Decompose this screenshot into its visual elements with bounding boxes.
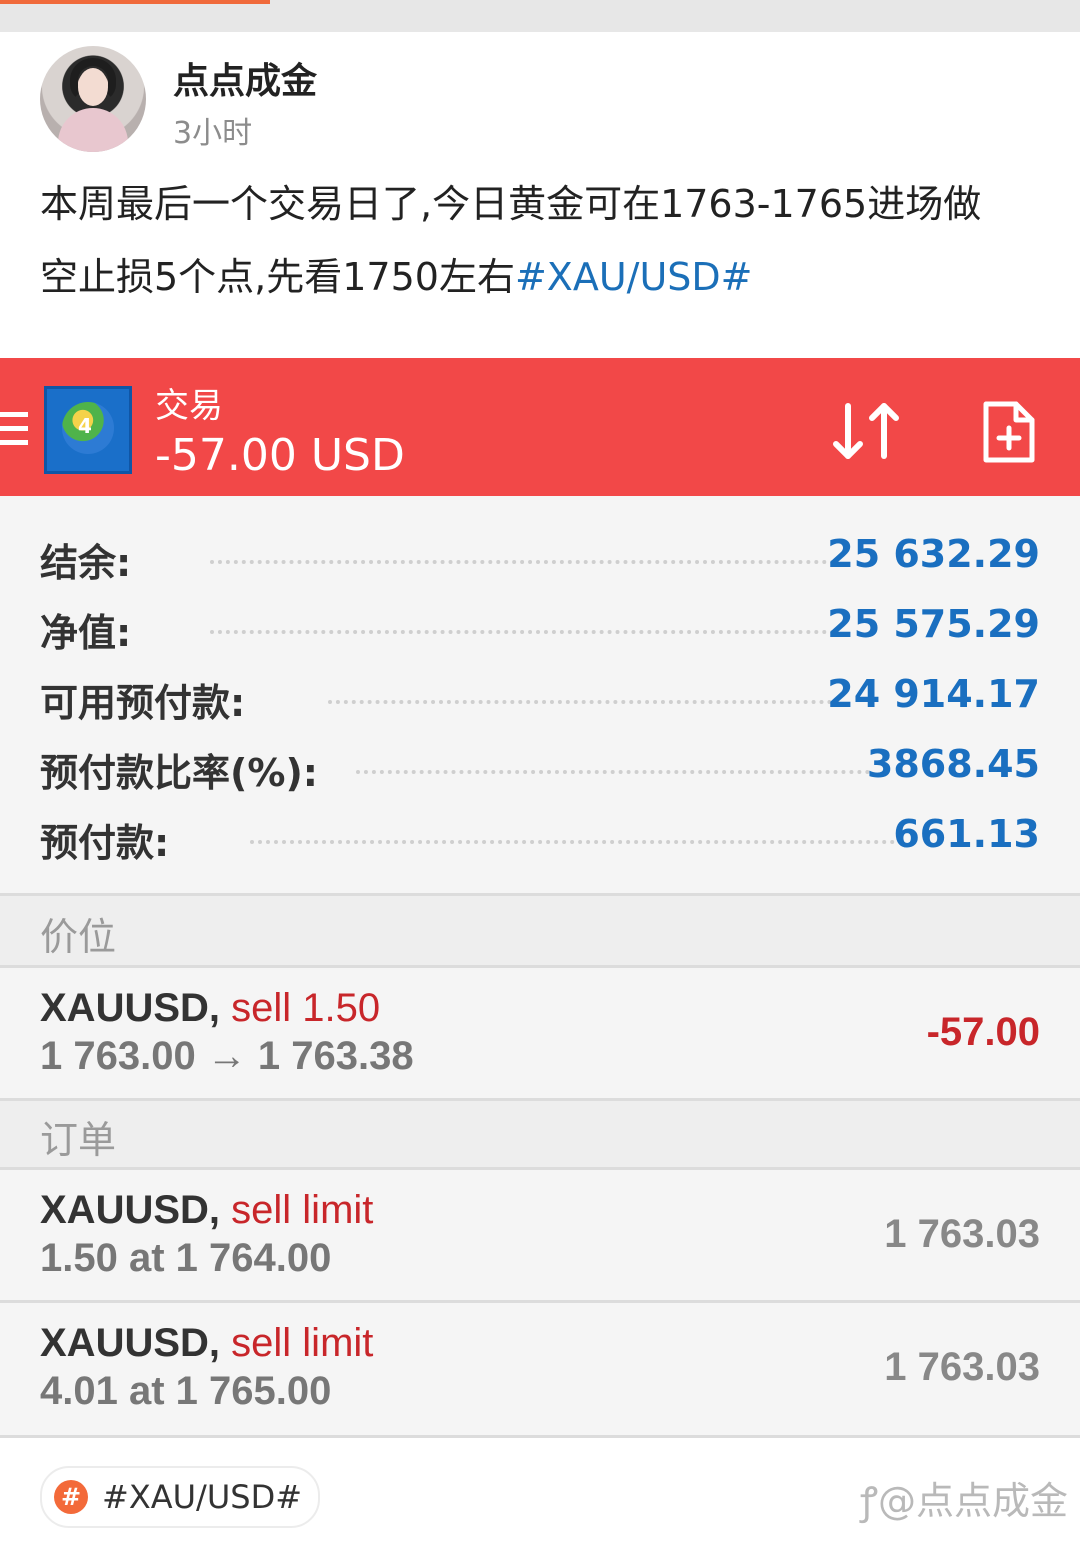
equity-value: 25 575.29 [827, 602, 1040, 646]
position-operation: sell 1.50 [231, 986, 381, 1030]
order-symbol-text: XAUUSD, [40, 1321, 221, 1365]
account-summary: 结余: 25 632.29 净值: 25 575.29 可用预付款: 24 91… [0, 496, 1080, 894]
margin-value: 661.13 [893, 812, 1040, 856]
order-current-price: 1 763.03 [884, 1212, 1040, 1256]
leader-dots [210, 630, 835, 634]
order-row[interactable]: XAUUSD, sell limit 1.50 at 1 764.00 1 76… [0, 1170, 1080, 1300]
mt4-profit-summary: -57.00 USD [155, 430, 405, 481]
avatar[interactable] [40, 46, 146, 152]
tab-indicator [0, 0, 270, 4]
post-text-line2: 空止损5个点,先看1750左右 [40, 255, 515, 299]
topic-chip-label: #XAU/USD# [102, 1478, 303, 1516]
order-detail: 1.50 at 1 764.00 [40, 1236, 332, 1280]
leader-dots [328, 700, 840, 704]
top-status-strip [0, 0, 1080, 32]
post-text-line1: 本周最后一个交易日了,今日黄金可在1763-1765进场做 [40, 182, 982, 226]
sort-icon[interactable] [830, 400, 902, 462]
topic-chip[interactable]: # #XAU/USD# [40, 1466, 321, 1528]
order-symbol-text: XAUUSD, [40, 1188, 221, 1232]
post-time: 3小时 [173, 116, 253, 151]
menu-icon[interactable] [0, 412, 28, 452]
leader-dots [250, 840, 895, 844]
leader-dots [210, 560, 835, 564]
order-row[interactable]: XAUUSD, sell limit 4.01 at 1 765.00 1 76… [0, 1303, 1080, 1435]
avatar-face [78, 68, 108, 106]
orders-header-label: 订单 [40, 1118, 117, 1162]
margin-label: 预付款: [40, 821, 170, 865]
position-symbol-text: XAUUSD, [40, 986, 221, 1030]
weibo-logo-icon: ꝭ [859, 1479, 878, 1523]
order-operation: sell limit [231, 1321, 374, 1365]
order-operation: sell limit [231, 1188, 374, 1232]
account-row-margin: 预付款: 661.13 [40, 812, 1040, 872]
position-symbol: XAUUSD, sell 1.50 [40, 986, 380, 1031]
balance-label: 结余: [40, 541, 132, 585]
account-row-margin-level: 预付款比率(%): 3868.45 [40, 742, 1040, 802]
order-detail: 4.01 at 1 765.00 [40, 1369, 332, 1413]
position-profit: -57.00 [926, 1010, 1040, 1054]
account-row-equity: 净值: 25 575.29 [40, 602, 1040, 662]
positions-header-label: 价位 [40, 915, 117, 959]
username[interactable]: 点点成金 [173, 52, 317, 104]
orders-section-header: 订单 [0, 1098, 1080, 1170]
metatrader-logo-icon: 4 [44, 386, 132, 474]
leader-dots [356, 770, 870, 774]
position-prices: 1 763.00 → 1 763.38 [40, 1034, 414, 1078]
post-hashtag-link[interactable]: #XAU/USD# [515, 255, 753, 299]
equity-label: 净值: [40, 611, 132, 655]
account-row-balance: 结余: 25 632.29 [40, 532, 1040, 592]
free-margin-value: 24 914.17 [827, 672, 1040, 716]
positions-section-header: 价位 [0, 893, 1080, 968]
hash-icon: # [54, 1480, 88, 1514]
margin-level-label: 预付款比率(%): [40, 751, 319, 795]
weibo-watermark: ꝭ@点点成金 [860, 1470, 1068, 1526]
margin-level-value: 3868.45 [866, 742, 1040, 786]
mt4-screen-title: 交易 [155, 386, 223, 426]
watermark-text: @点点成金 [877, 1479, 1068, 1523]
post-text: 本周最后一个交易日了,今日黄金可在1763-1765进场做 空止损5个点,先看1… [40, 168, 1040, 314]
order-current-price: 1 763.03 [884, 1345, 1040, 1389]
logo-number: 4 [78, 414, 92, 438]
order-symbol: XAUUSD, sell limit [40, 1188, 373, 1233]
account-row-free-margin: 可用预付款: 24 914.17 [40, 672, 1040, 732]
balance-value: 25 632.29 [827, 532, 1040, 576]
avatar-body [58, 108, 128, 152]
free-margin-label: 可用预付款: [40, 681, 246, 725]
position-row[interactable]: XAUUSD, sell 1.50 1 763.00 → 1 763.38 -5… [0, 968, 1080, 1098]
new-document-icon[interactable] [982, 400, 1036, 464]
order-symbol: XAUUSD, sell limit [40, 1321, 373, 1366]
